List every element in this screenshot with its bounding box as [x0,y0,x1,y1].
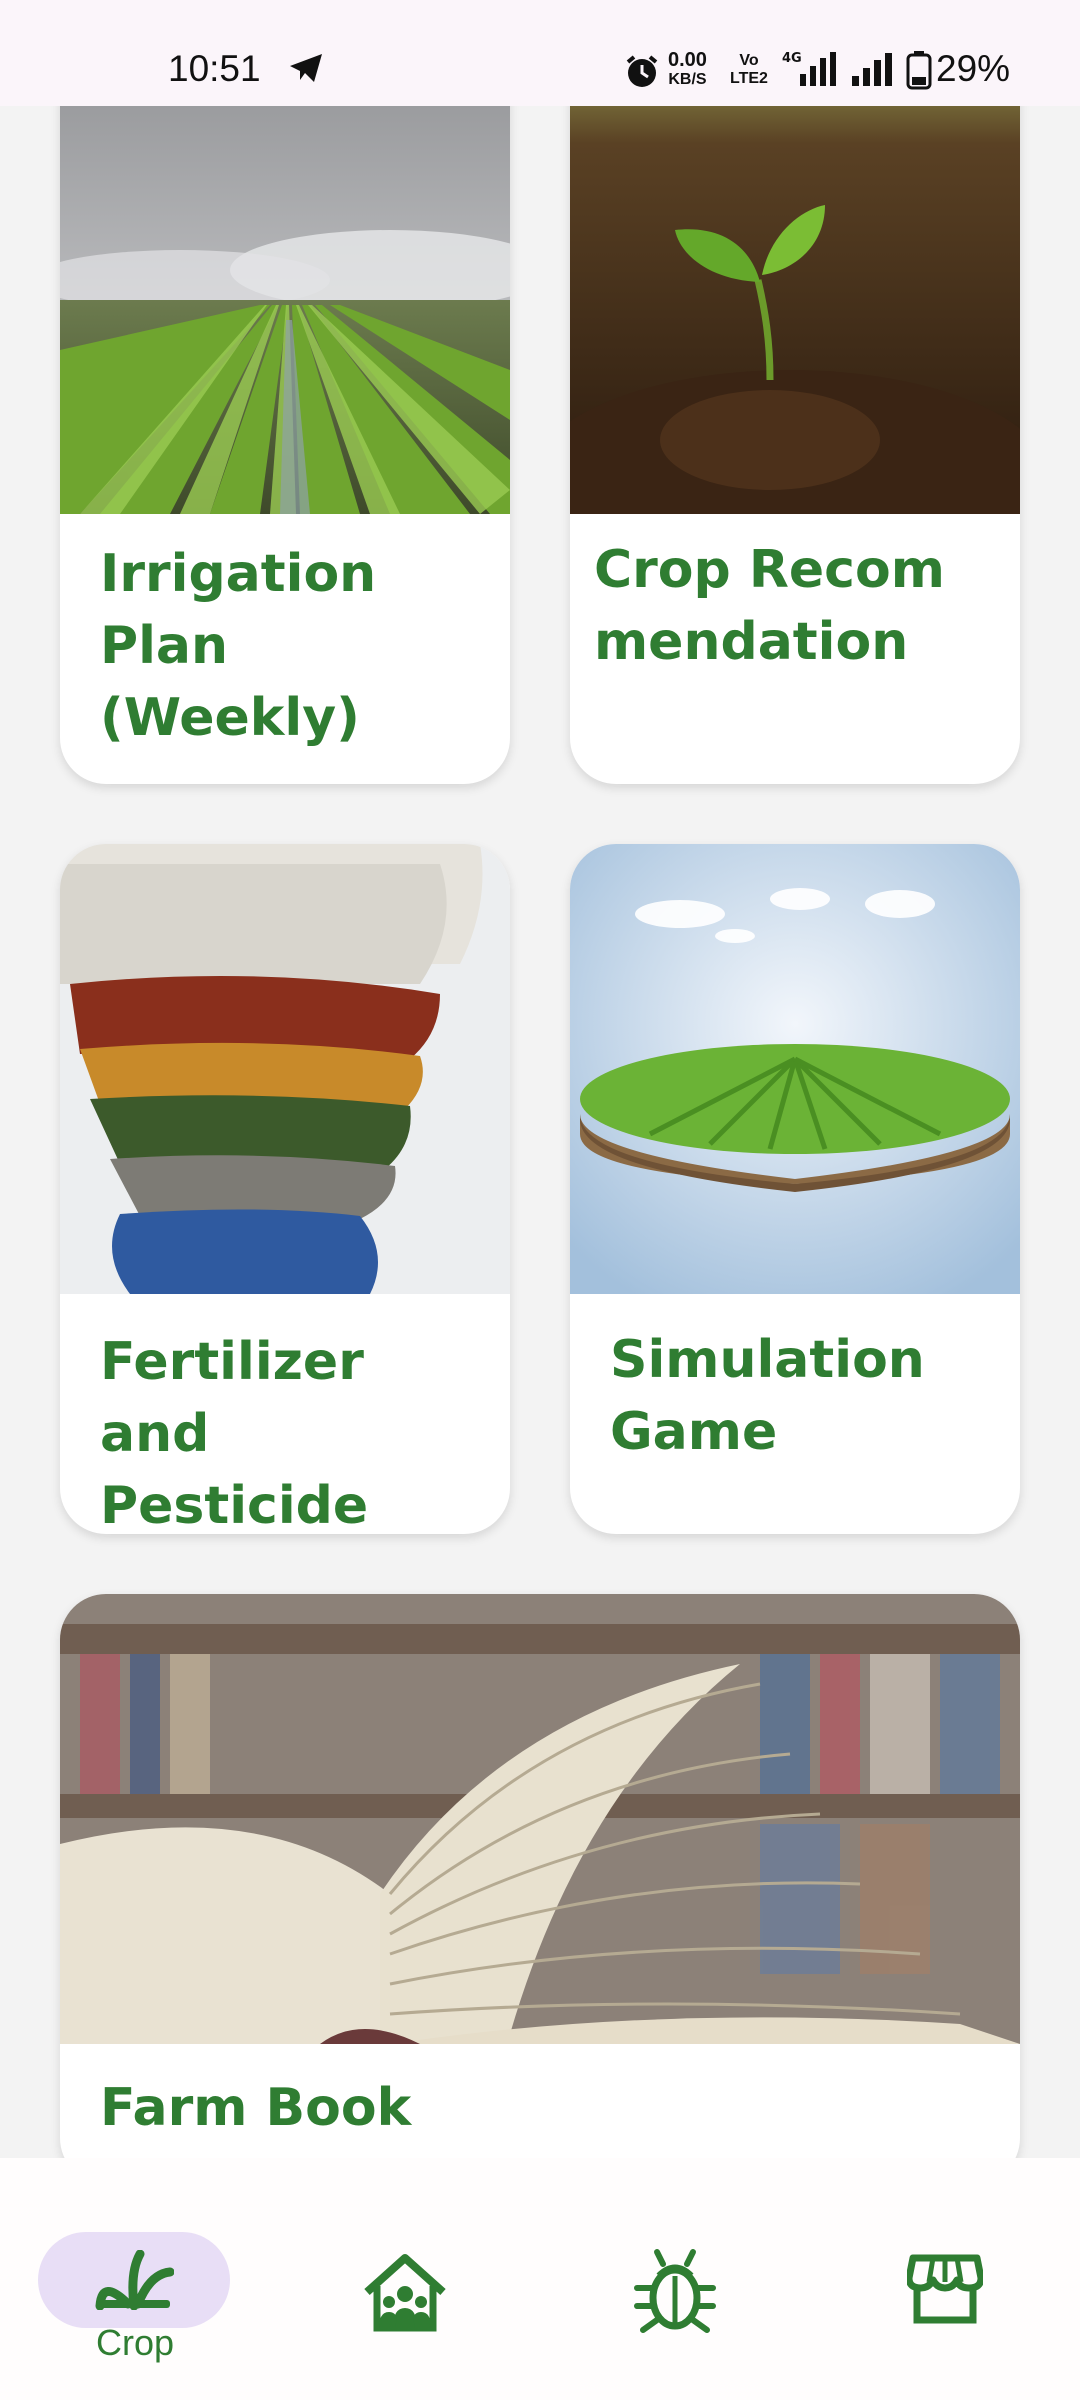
bug-icon [634,2249,716,2333]
floating-farm-image [570,844,1020,1294]
nav-item-crop[interactable]: Crop [0,2194,270,2364]
nav-item-community[interactable] [305,2194,505,2364]
simulation-game-card[interactable]: Simulation Game [570,844,1020,1534]
volte-indicator: Vo LTE2 [730,52,768,87]
farm-book-card[interactable]: Farm Book [60,1594,1020,2184]
nav-item-pests[interactable] [575,2194,775,2364]
card-title: Farm Book [100,2078,412,2138]
clock: 10:51 [168,48,261,89]
battery-percent: 29% [936,48,1011,89]
card-title: Simulation Game [610,1330,925,1462]
network-speed: 0.00 KB/S [668,49,707,88]
community-home-icon [364,2254,446,2332]
telegram-icon [290,54,322,82]
fertilizer-granules-image [60,844,510,1294]
open-book-image [60,1594,1020,2044]
crop-recommendation-card[interactable]: Crop Recommendation [570,20,1020,784]
card-title: Fertilizer and Pesticide Pedia [100,1332,369,1534]
card-title: Irrigation Plan (Weekly) [100,544,377,748]
alarm-icon [626,55,658,87]
status-bar: 10:51 0.00 KB/S Vo LTE2 4G 29% [0,0,1080,106]
irrigation-plan-card[interactable]: Irrigation Plan (Weekly) [60,20,510,784]
bottom-navigation: Crop [0,2158,1080,2400]
fertilizer-pedia-card[interactable]: Fertilizer and Pesticide Pedia [60,844,510,1534]
signal-4g-icon: 4G [782,51,836,86]
nav-item-store[interactable] [845,2194,1045,2364]
crop-icon [95,2250,174,2310]
store-icon [907,2254,983,2324]
nav-label-crop: Crop [95,2322,175,2363]
signal-icon [852,53,892,86]
card-title: Crop Recommendation [594,540,945,672]
battery-icon [906,51,932,90]
svg-text:4G: 4G [782,51,802,66]
